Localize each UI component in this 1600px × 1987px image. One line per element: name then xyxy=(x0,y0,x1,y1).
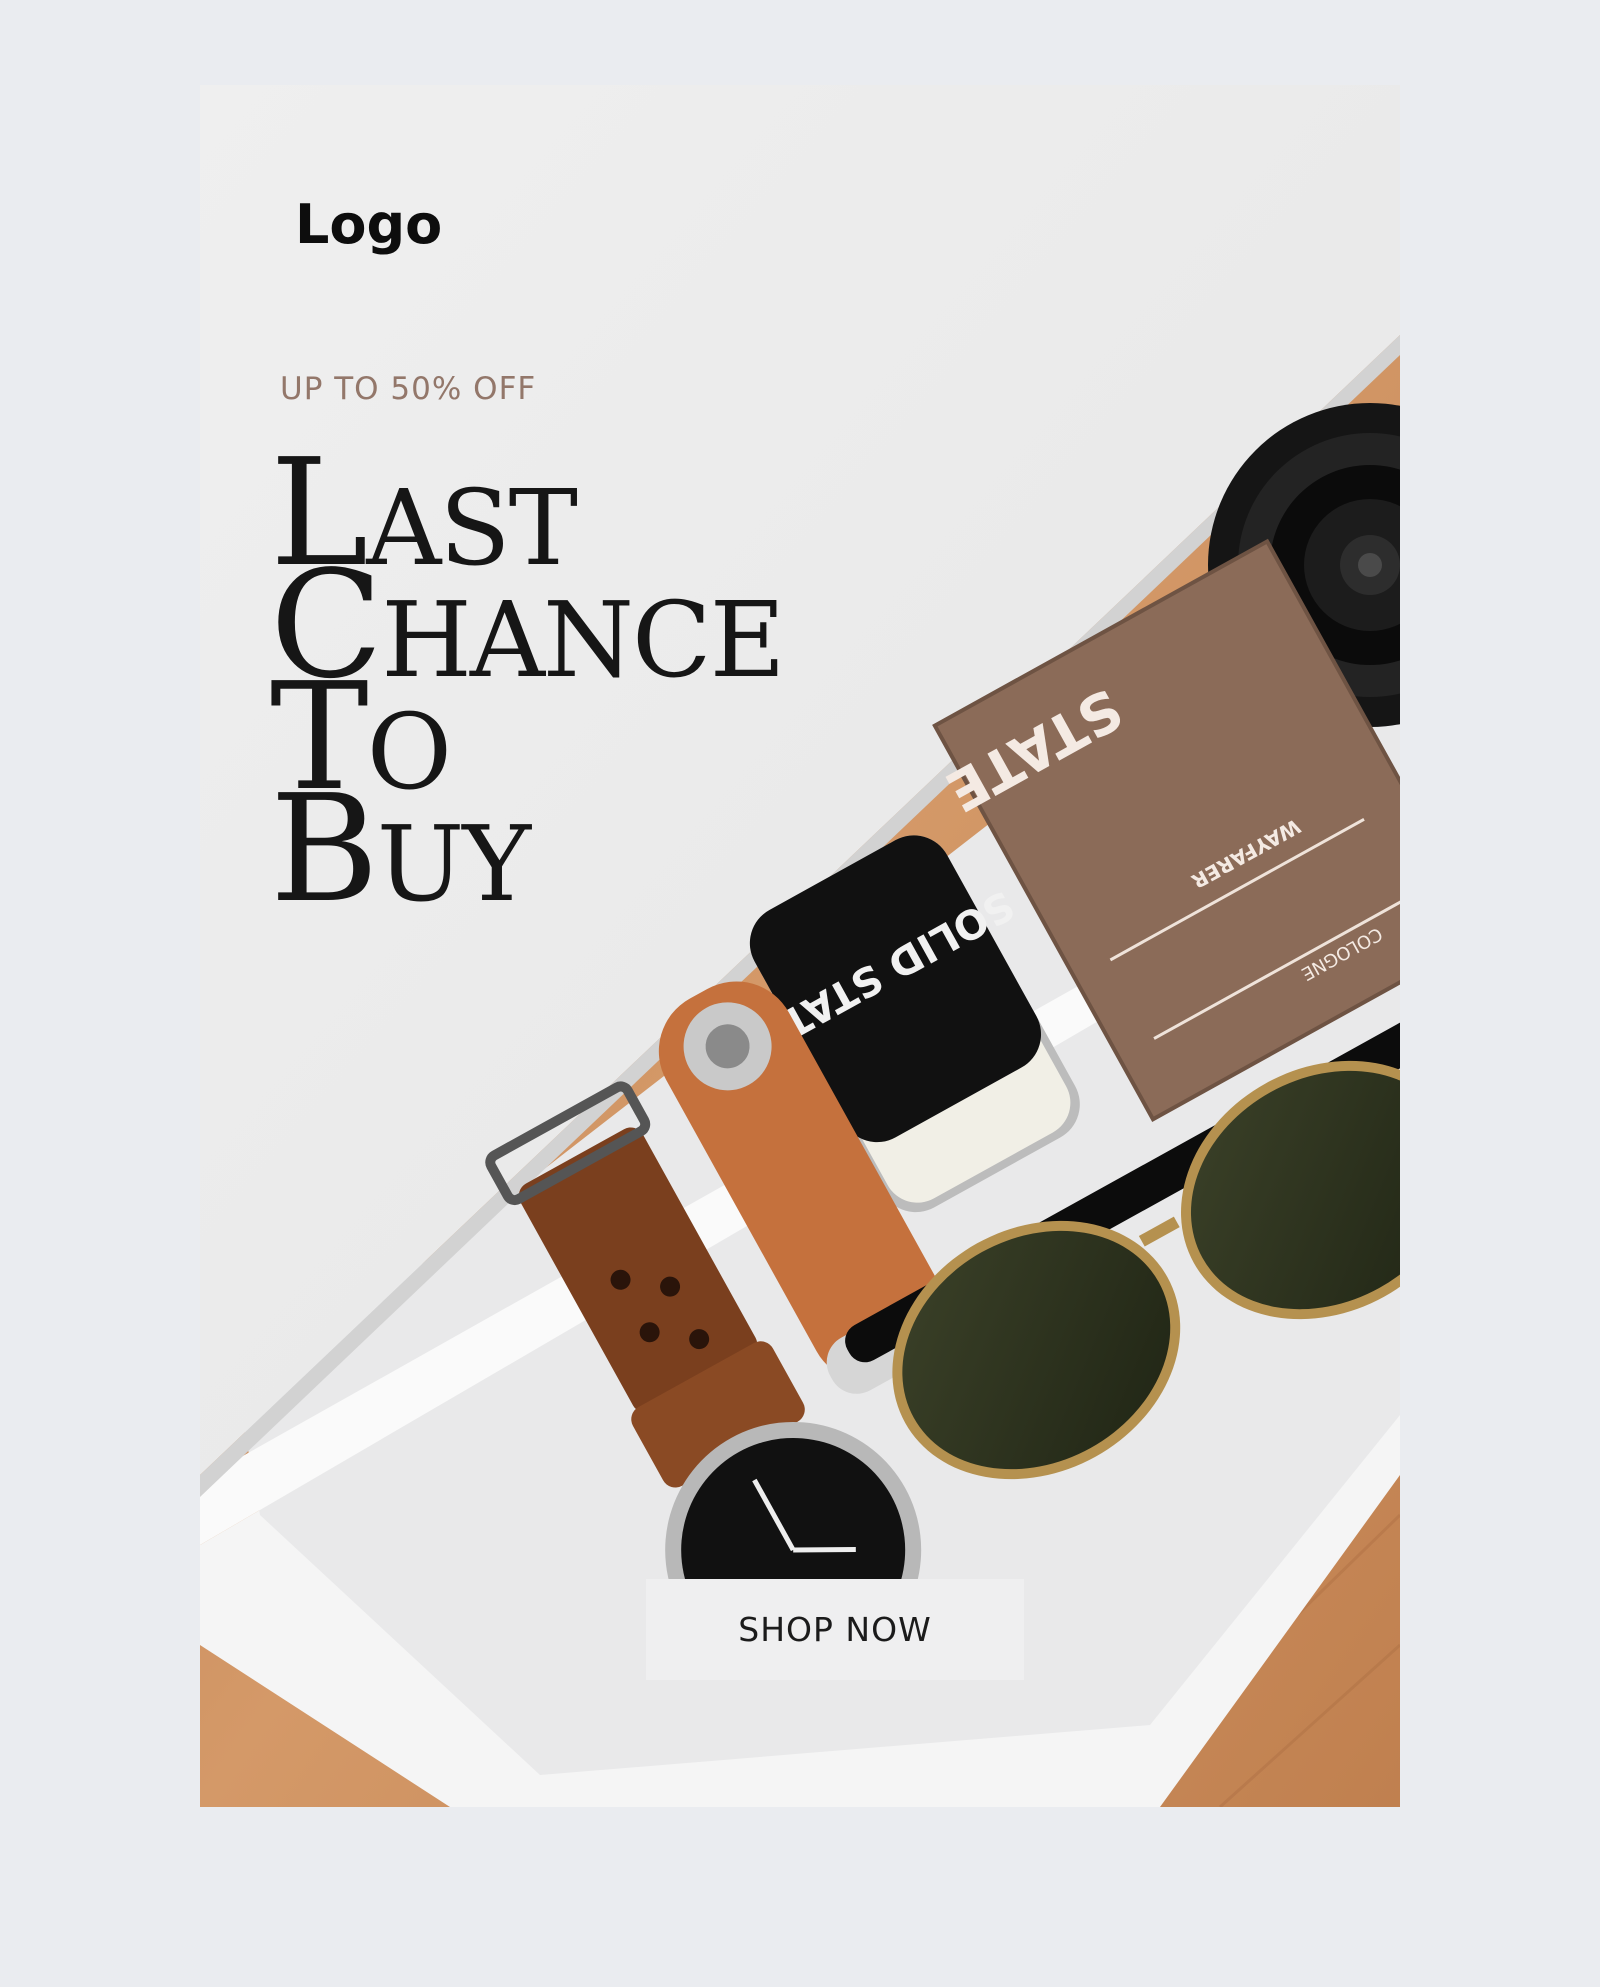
headline: Last Chance To Buy xyxy=(270,439,786,935)
logo[interactable]: Logo xyxy=(295,193,442,256)
headline-line-4: Buy xyxy=(270,763,531,935)
discount-eyebrow: UP TO 50% OFF xyxy=(280,371,537,407)
promo-card: STATE WAYFARER COLOGNE SOLID STATE Logo … xyxy=(200,85,1400,1807)
hero-photo: STATE WAYFARER COLOGNE SOLID STATE xyxy=(200,85,1400,1807)
shop-now-button[interactable]: SHOP NOW xyxy=(646,1579,1024,1680)
